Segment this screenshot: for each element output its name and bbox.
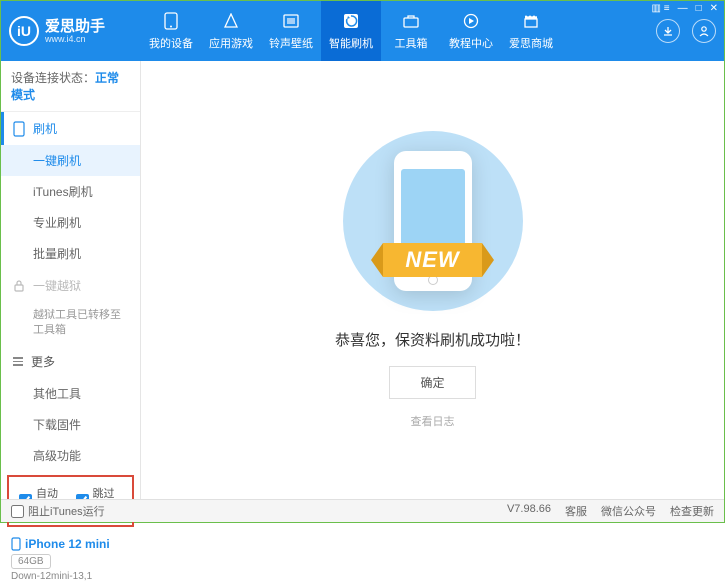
app-header: iU 爱思助手 www.i4.cn 我的设备 应用游戏 铃声壁纸 智能刷机 bbox=[1, 1, 724, 61]
sidebar: 设备连接状态：正常模式 刷机 一键刷机 iTunes刷机 专业刷机 批量刷机 一… bbox=[1, 61, 141, 499]
phone-icon bbox=[13, 121, 25, 137]
wechat-link[interactable]: 微信公众号 bbox=[601, 503, 656, 519]
version-label: V7.98.66 bbox=[507, 503, 551, 519]
nav-tutorials[interactable]: 教程中心 bbox=[441, 1, 501, 61]
sidebar-item-firmware[interactable]: 下载固件 bbox=[1, 409, 140, 440]
success-illustration: NEW bbox=[343, 131, 523, 311]
nav-my-device[interactable]: 我的设备 bbox=[141, 1, 201, 61]
confirm-button[interactable]: 确定 bbox=[389, 366, 475, 399]
sidebar-item-other[interactable]: 其他工具 bbox=[1, 378, 140, 409]
check-update-link[interactable]: 检查更新 bbox=[670, 503, 714, 519]
device-name-text: iPhone 12 mini bbox=[25, 537, 110, 551]
success-message: 恭喜您，保资料刷机成功啦！ bbox=[335, 329, 530, 350]
device-icon bbox=[11, 537, 21, 551]
block-itunes-checkbox[interactable]: 阻止iTunes运行 bbox=[11, 503, 105, 519]
maximize-btn[interactable]: □ bbox=[696, 3, 702, 14]
nav-label: 智能刷机 bbox=[329, 35, 373, 51]
nav-apps[interactable]: 应用游戏 bbox=[201, 1, 261, 61]
store-icon bbox=[522, 12, 540, 30]
main-content: NEW 恭喜您，保资料刷机成功啦！ 确定 查看日志 bbox=[141, 61, 724, 499]
group-jailbreak: 一键越狱 bbox=[1, 269, 140, 302]
nav-label: 应用游戏 bbox=[209, 35, 253, 51]
sidebar-item-oneclick[interactable]: 一键刷机 bbox=[1, 145, 140, 176]
sidebar-item-pro[interactable]: 专业刷机 bbox=[1, 207, 140, 238]
download-btn[interactable] bbox=[656, 19, 680, 43]
toolbox-icon bbox=[402, 12, 420, 30]
group-label: 刷机 bbox=[33, 120, 57, 137]
status-label: 设备连接状态： bbox=[11, 71, 95, 85]
nav-label: 教程中心 bbox=[449, 35, 493, 51]
user-btn[interactable] bbox=[692, 19, 716, 43]
pin-btn[interactable]: ▥ ≡ bbox=[652, 3, 670, 14]
flash-icon bbox=[342, 12, 360, 30]
apps-icon bbox=[222, 12, 240, 30]
logo-icon: iU bbox=[9, 16, 39, 46]
logo[interactable]: iU 爱思助手 www.i4.cn bbox=[9, 16, 141, 46]
support-link[interactable]: 客服 bbox=[565, 503, 587, 519]
close-btn[interactable]: ✕ bbox=[710, 3, 718, 14]
group-label: 更多 bbox=[31, 353, 55, 370]
nav-ringtones[interactable]: 铃声壁纸 bbox=[261, 1, 321, 61]
new-ribbon: NEW bbox=[383, 243, 481, 277]
storage-badge: 64GB bbox=[11, 554, 51, 569]
sidebar-item-batch[interactable]: 批量刷机 bbox=[1, 238, 140, 269]
device-model: Down-12mini-13,1 bbox=[11, 571, 130, 582]
nav-label: 爱思商城 bbox=[509, 35, 553, 51]
checkbox-label: 阻止iTunes运行 bbox=[28, 503, 105, 519]
nav-label: 铃声壁纸 bbox=[269, 35, 313, 51]
device-info[interactable]: iPhone 12 mini 64GB Down-12mini-13,1 bbox=[1, 531, 140, 588]
minimize-btn[interactable]: — bbox=[678, 3, 688, 14]
group-more[interactable]: 更多 bbox=[1, 345, 140, 378]
menu-icon bbox=[13, 357, 23, 366]
sidebar-item-advanced[interactable]: 高级功能 bbox=[1, 440, 140, 471]
view-log-link[interactable]: 查看日志 bbox=[411, 413, 455, 429]
footer: 阻止iTunes运行 V7.98.66 客服 微信公众号 检查更新 bbox=[1, 499, 724, 522]
app-subtitle: www.i4.cn bbox=[45, 34, 105, 44]
group-label: 一键越狱 bbox=[33, 277, 81, 294]
group-flash[interactable]: 刷机 bbox=[1, 112, 140, 145]
wallpaper-icon bbox=[282, 12, 300, 30]
sidebar-item-itunes[interactable]: iTunes刷机 bbox=[1, 176, 140, 207]
nav-label: 工具箱 bbox=[395, 35, 428, 51]
nav-store[interactable]: 爱思商城 bbox=[501, 1, 561, 61]
lock-icon bbox=[13, 280, 25, 292]
nav-toolbox[interactable]: 工具箱 bbox=[381, 1, 441, 61]
nav-label: 我的设备 bbox=[149, 35, 193, 51]
tutorial-icon bbox=[462, 12, 480, 30]
connection-status: 设备连接状态：正常模式 bbox=[1, 61, 140, 112]
jailbreak-note: 越狱工具已转移至工具箱 bbox=[1, 302, 140, 345]
phone-icon bbox=[162, 12, 180, 30]
app-title: 爱思助手 bbox=[45, 19, 105, 34]
nav-flash[interactable]: 智能刷机 bbox=[321, 1, 381, 61]
